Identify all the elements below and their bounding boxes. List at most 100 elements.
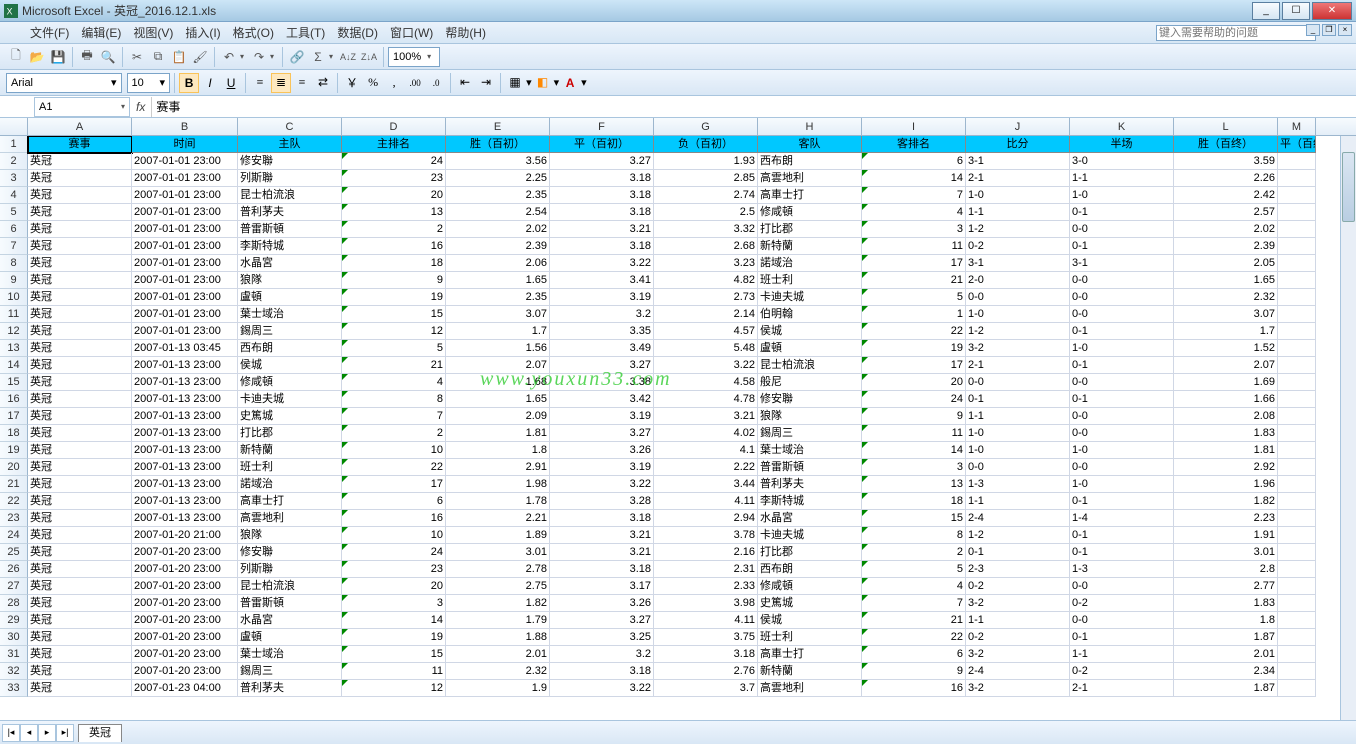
cell[interactable]: 2007-01-13 03:45 [132,340,238,357]
cell[interactable]: 1-2 [966,323,1070,340]
cell[interactable]: 2.06 [446,255,550,272]
cell[interactable]: 24 [342,153,446,170]
cell[interactable]: 英冠 [28,663,132,680]
col-header-K[interactable]: K [1070,118,1174,135]
cell[interactable]: 4.58 [654,374,758,391]
cell[interactable]: 2.32 [446,663,550,680]
cell[interactable]: 1.81 [1174,442,1278,459]
row-header[interactable]: 8 [0,255,28,272]
cell[interactable]: 新特蘭 [758,663,862,680]
cell[interactable]: 2.75 [446,578,550,595]
cell[interactable]: 1.81 [446,425,550,442]
cell[interactable]: 0-0 [966,374,1070,391]
row-header[interactable]: 2 [0,153,28,170]
cell[interactable]: 22 [862,323,966,340]
cell[interactable]: 1-0 [966,425,1070,442]
cell[interactable]: 1.98 [446,476,550,493]
row-header[interactable]: 27 [0,578,28,595]
cell[interactable]: 3.38 [550,374,654,391]
row-header[interactable]: 28 [0,595,28,612]
save-icon[interactable]: 💾 [48,47,68,67]
cell[interactable]: 0-0 [1070,578,1174,595]
cell[interactable]: 英冠 [28,510,132,527]
cell[interactable]: 1 [862,306,966,323]
cell[interactable]: 2007-01-01 23:00 [132,323,238,340]
row-header[interactable]: 29 [0,612,28,629]
cell[interactable]: 3.18 [550,170,654,187]
cell[interactable]: 2.76 [654,663,758,680]
cell[interactable]: 打比郡 [758,544,862,561]
cell[interactable]: 6 [862,153,966,170]
cell[interactable]: 2.92 [1174,459,1278,476]
cell[interactable]: 0-1 [1070,357,1174,374]
cell[interactable]: 4 [342,374,446,391]
cell[interactable]: 2.8 [1174,561,1278,578]
cell[interactable]: 1-0 [1070,442,1174,459]
cell[interactable]: 1.65 [446,391,550,408]
cell[interactable]: 2.05 [1174,255,1278,272]
maximize-button[interactable]: ☐ [1282,2,1310,20]
cell[interactable]: 3.07 [446,306,550,323]
cell[interactable]: 17 [342,476,446,493]
cell[interactable]: 3.41 [550,272,654,289]
col-header-F[interactable]: F [550,118,654,135]
percent-button[interactable]: % [363,73,383,93]
format-painter-icon[interactable]: 🖌 [190,47,210,67]
doc-restore-button[interactable]: ❐ [1322,24,1336,36]
cell[interactable]: 2.14 [654,306,758,323]
first-sheet-button[interactable]: |◂ [2,724,20,742]
cell[interactable]: 2.07 [1174,357,1278,374]
cell[interactable]: 英冠 [28,408,132,425]
cell[interactable]: 2007-01-13 23:00 [132,391,238,408]
vertical-scrollbar[interactable] [1340,136,1356,720]
cell[interactable] [1278,510,1316,527]
cell[interactable]: 0-1 [1070,238,1174,255]
cell[interactable]: 2007-01-13 23:00 [132,510,238,527]
cell[interactable]: 1.93 [654,153,758,170]
cell[interactable]: 普利茅夫 [238,204,342,221]
cell[interactable]: 卡迪夫城 [758,527,862,544]
cell[interactable]: 1-1 [966,204,1070,221]
cell[interactable]: 21 [342,357,446,374]
cell[interactable]: 1-0 [966,442,1070,459]
cell[interactable]: 高車士打 [758,187,862,204]
cell[interactable]: 10 [342,442,446,459]
hyperlink-icon[interactable]: 🔗 [287,47,307,67]
cell[interactable]: 3.75 [654,629,758,646]
borders-button[interactable]: ▦ [505,73,525,93]
align-center-button[interactable]: ≣ [271,73,291,93]
cell[interactable]: 2.33 [654,578,758,595]
cell[interactable]: 9 [862,408,966,425]
cell[interactable]: 盧頓 [238,289,342,306]
cell[interactable]: 2007-01-01 23:00 [132,153,238,170]
cell[interactable]: 7 [862,595,966,612]
cell[interactable]: 1.65 [446,272,550,289]
close-button[interactable]: ✕ [1312,2,1352,20]
cell[interactable]: 1.88 [446,629,550,646]
sort-asc-icon[interactable]: A↓Z [338,47,358,67]
cell[interactable]: 17 [862,255,966,272]
cell[interactable]: 侯城 [758,323,862,340]
cell[interactable]: 2007-01-13 23:00 [132,459,238,476]
cell[interactable]: 0-2 [966,238,1070,255]
grid-body[interactable]: 1赛事时间主队主排名胜（百初）平（百初）负（百初）客队客排名比分半场胜（百终）平… [0,136,1356,720]
cell[interactable]: 0-0 [1070,408,1174,425]
cell[interactable]: 狼隊 [238,527,342,544]
cell[interactable] [1278,680,1316,697]
sort-desc-icon[interactable]: Z↓A [359,47,379,67]
italic-button[interactable]: I [200,73,220,93]
cell[interactable]: 英冠 [28,170,132,187]
cell[interactable]: 伯明翰 [758,306,862,323]
cell[interactable]: 3.2 [550,646,654,663]
cell[interactable] [1278,170,1316,187]
cell[interactable]: 1.91 [1174,527,1278,544]
cell[interactable]: 2007-01-13 23:00 [132,493,238,510]
cell[interactable]: 2.01 [446,646,550,663]
cell[interactable]: 2007-01-13 23:00 [132,374,238,391]
cell[interactable]: 2 [342,221,446,238]
col-header-C[interactable]: C [238,118,342,135]
doc-minimize-button[interactable]: _ [1306,24,1320,36]
col-header-D[interactable]: D [342,118,446,135]
cell[interactable]: 狼隊 [758,408,862,425]
col-header-H[interactable]: H [758,118,862,135]
